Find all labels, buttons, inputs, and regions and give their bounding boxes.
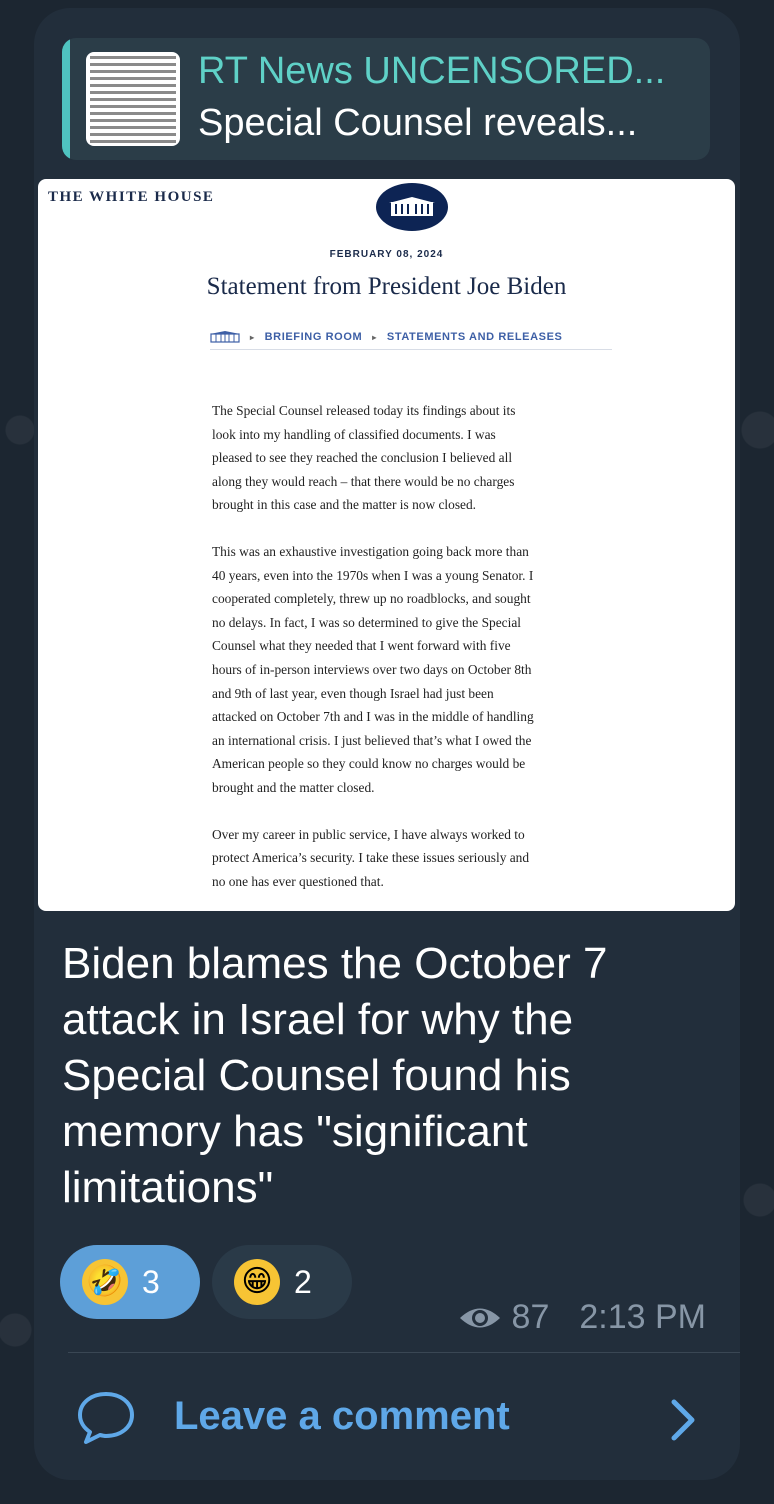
reply-accent-bar [62, 38, 70, 160]
reply-thumbnail [86, 52, 180, 146]
rofl-emoji-icon: 🤣 [82, 1259, 128, 1305]
message-bubble: RT News UNCENSORED... Special Counsel re… [34, 8, 740, 1480]
message-caption: Biden blames the October 7 attack in Isr… [62, 939, 608, 1212]
document-paragraph: The Special Counsel released today its f… [212, 403, 516, 513]
reaction-count: 2 [294, 1263, 312, 1300]
leave-comment-label: Leave a comment [174, 1394, 510, 1438]
comment-bubble-icon [78, 1392, 134, 1444]
white-house-seal-icon [376, 183, 448, 231]
reply-text: Special Counsel reveals... [198, 102, 638, 144]
reaction-rofl[interactable]: 🤣 3 [60, 1245, 200, 1319]
reply-preview[interactable]: RT News UNCENSORED... Special Counsel re… [62, 38, 710, 160]
breadcrumb-separator-icon: ▸ [372, 332, 377, 342]
statement-image[interactable]: THE WHITE HOUSE FEBRUARY 08, 2024 Statem… [38, 179, 735, 911]
white-house-small-icon [210, 331, 240, 343]
document-title: Statement from President Joe Biden [206, 273, 567, 300]
leave-comment-button[interactable]: Leave a comment [34, 1368, 740, 1468]
breadcrumb-statements: STATEMENTS AND RELEASES [386, 331, 563, 343]
breadcrumb: ▸ BRIEFING ROOM ▸ STATEMENTS AND RELEASE… [210, 325, 612, 350]
eye-icon [459, 1308, 500, 1327]
reaction-count: 3 [142, 1263, 160, 1300]
reaction-grin[interactable]: 😁 2 [212, 1245, 352, 1319]
document-paragraph: Over my career in public service, I have… [212, 826, 530, 889]
document-header: THE WHITE HOUSE [48, 189, 215, 205]
document-body: The Special Counsel released today its f… [212, 399, 612, 911]
grin-emoji-icon: 😁 [234, 1259, 280, 1305]
document-date: FEBRUARY 08, 2024 [329, 249, 444, 260]
document-paragraph: This was an exhaustive investigation goi… [212, 543, 534, 795]
message-meta: 87 2:13 PM [458, 1298, 706, 1337]
view-count: 87 [511, 1298, 550, 1336]
breadcrumb-briefing-room: BRIEFING ROOM [264, 331, 363, 343]
divider [68, 1352, 740, 1353]
breadcrumb-separator-icon: ▸ [250, 332, 255, 342]
message-time: 2:13 PM [579, 1298, 706, 1336]
reply-channel-name: RT News UNCENSORED... [198, 50, 666, 92]
chevron-right-icon [671, 1399, 695, 1441]
